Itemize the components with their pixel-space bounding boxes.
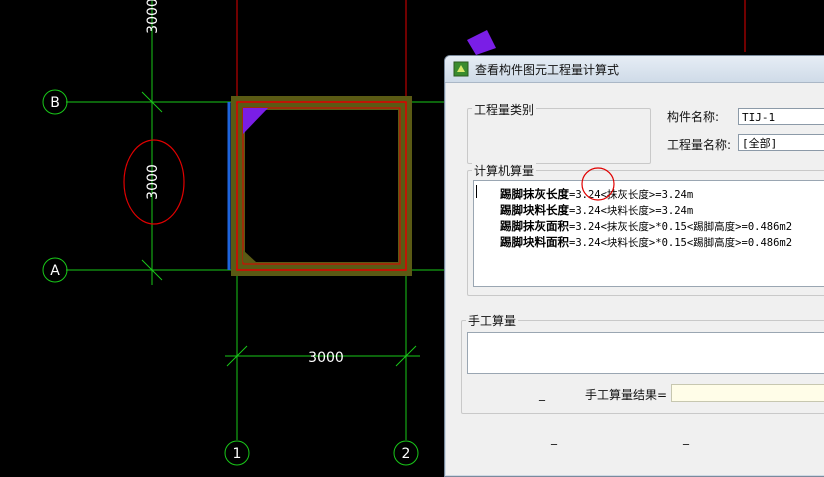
quantity-category-label: 工程量类别 (472, 101, 537, 118)
quantity-category-group: 工程量类别 (467, 101, 651, 164)
axis-label-a: A (50, 263, 60, 279)
app-icon (453, 61, 469, 77)
axis-label-1: 1 (233, 446, 242, 462)
placeholder-dash: _ (683, 431, 689, 445)
component-name-label: 构件名称: (667, 110, 720, 124)
axis-label-2: 2 (402, 446, 411, 462)
dimension-text-bottom: 3000 (308, 350, 344, 366)
manual-result-field[interactable] (671, 384, 824, 402)
placeholder-dash: _ (551, 431, 557, 445)
calc-line: 踢脚块料长度=3.24<块料长度>=3.24m (500, 203, 694, 217)
purple-marker (467, 30, 496, 55)
room-interior (245, 110, 398, 262)
manual-result-label: 手工算量结果= (585, 388, 668, 402)
dialog-title: 查看构件图元工程量计算式 (475, 62, 620, 77)
dialog-titlebar[interactable]: 查看构件图元工程量计算式 (445, 56, 824, 83)
manual-calc-label: 手工算量 (466, 312, 519, 329)
quantity-name-label: 工程量名称: (667, 138, 732, 152)
calc-line: 踢脚抹灰面积=3.24<抹灰长度>*0.15<踢脚高度>=0.486m2 (500, 219, 793, 233)
computer-calc-label: 计算机算量 (472, 162, 537, 179)
text-caret (476, 185, 477, 198)
calc-line: 踢脚块料面积=3.24<块料长度>*0.15<踢脚高度>=0.486m2 (500, 235, 793, 249)
placeholder-dash: _ (539, 387, 545, 401)
axis-label-b: B (50, 95, 60, 111)
manual-calc-input[interactable] (467, 332, 824, 374)
annotation-circle (581, 167, 615, 201)
component-name-select[interactable]: TIJ-1 (738, 108, 824, 125)
dimension-text-left: 3000 (145, 164, 161, 200)
quantity-formula-dialog: 查看构件图元工程量计算式 工程量类别 构件名称: TIJ-1 工程量名称: [全… (444, 55, 824, 477)
calc-formula-box[interactable]: 踢脚抹灰长度=3.24<抹灰长度>=3.24m 踢脚块料长度=3.24<块料长度… (473, 180, 824, 287)
quantity-name-select[interactable]: [全部] (738, 134, 824, 151)
dimension-text-top: 3000 (145, 0, 161, 34)
